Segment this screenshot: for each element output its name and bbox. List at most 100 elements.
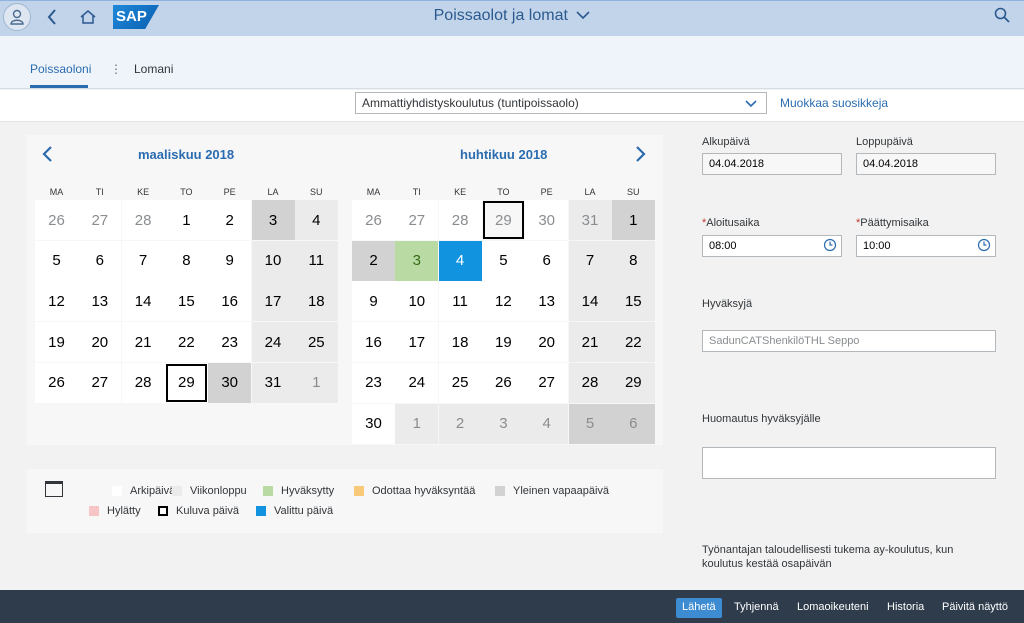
calendar-day[interactable]: 20 bbox=[525, 322, 569, 363]
calendar-day[interactable]: 27 bbox=[525, 362, 569, 403]
calendar-day[interactable]: 17 bbox=[251, 281, 295, 322]
calendar-day[interactable]: 30 bbox=[352, 403, 395, 444]
calendar-day[interactable]: 2 bbox=[208, 200, 252, 240]
tab-lomani[interactable]: Lomani bbox=[134, 62, 173, 76]
calendar-day[interactable]: 22 bbox=[164, 322, 208, 363]
calendar-day[interactable]: 30 bbox=[208, 362, 252, 403]
calendar-day[interactable]: 21 bbox=[121, 322, 165, 363]
calendar-day[interactable]: 26 bbox=[352, 200, 395, 240]
calendar-day[interactable]: 25 bbox=[438, 362, 482, 403]
calendar-day[interactable]: 17 bbox=[395, 322, 439, 363]
absence-type-select[interactable]: Ammattiyhdistyskoulutus (tuntipoissaolo) bbox=[355, 92, 767, 114]
calendar-day[interactable]: 3 bbox=[481, 403, 525, 444]
calendar-day[interactable]: 5 bbox=[568, 403, 612, 444]
calendar-day[interactable]: 28 bbox=[568, 362, 612, 403]
calendar-day[interactable]: 8 bbox=[164, 240, 208, 281]
leave-entitlement-button[interactable]: Lomaoikeuteni bbox=[791, 598, 875, 618]
calendar-day[interactable]: 20 bbox=[78, 322, 122, 363]
calendar-day[interactable]: 15 bbox=[164, 281, 208, 322]
start-time-value: 08:00 bbox=[709, 240, 737, 252]
clock-icon[interactable] bbox=[977, 238, 991, 252]
calendar-day[interactable]: 24 bbox=[251, 322, 295, 363]
calendar-day[interactable]: 9 bbox=[208, 240, 252, 281]
calendar-day[interactable]: 2 bbox=[352, 240, 395, 281]
app-title[interactable]: Poissaolot ja lomat bbox=[0, 7, 1024, 25]
calendar-day[interactable]: 1 bbox=[164, 200, 208, 240]
calendar-day[interactable]: 9 bbox=[352, 281, 395, 322]
calendar-day[interactable]: 24 bbox=[395, 362, 439, 403]
edit-favorites-link[interactable]: Muokkaa suosikkeja bbox=[780, 96, 888, 110]
calendar-day[interactable]: 12 bbox=[35, 281, 78, 322]
calendar-day[interactable]: 5 bbox=[481, 240, 525, 281]
calendar-day[interactable]: 18 bbox=[438, 322, 482, 363]
calendar-day[interactable]: 28 bbox=[121, 362, 165, 403]
calendar-day[interactable]: 26 bbox=[35, 362, 78, 403]
calendar-day[interactable]: 19 bbox=[481, 322, 525, 363]
search-button[interactable] bbox=[994, 7, 1010, 26]
calendar-day[interactable]: 13 bbox=[78, 281, 122, 322]
calendar-day[interactable]: 1 bbox=[395, 403, 439, 444]
calendar-day[interactable]: 27 bbox=[78, 362, 122, 403]
calendar-day[interactable]: 30 bbox=[525, 200, 569, 240]
calendar-day[interactable]: 21 bbox=[568, 322, 612, 363]
calendar-day[interactable]: 27 bbox=[78, 200, 122, 240]
clear-button[interactable]: Tyhjennä bbox=[728, 598, 785, 618]
calendar-day[interactable]: 29 bbox=[164, 362, 208, 403]
end-time-field[interactable]: 10:00 bbox=[856, 235, 996, 257]
calendar-day[interactable]: 19 bbox=[35, 322, 78, 363]
calendar-day[interactable]: 26 bbox=[481, 362, 525, 403]
clock-icon[interactable] bbox=[823, 238, 837, 252]
calendar-day[interactable]: 3 bbox=[395, 240, 439, 281]
calendar-day[interactable]: 15 bbox=[611, 281, 655, 322]
calendar-day[interactable]: 29 bbox=[611, 362, 655, 403]
calendar-day[interactable]: 23 bbox=[208, 322, 252, 363]
calendar-day[interactable]: 12 bbox=[481, 281, 525, 322]
calendar-day[interactable]: 2 bbox=[438, 403, 482, 444]
calendar-day[interactable]: 13 bbox=[525, 281, 569, 322]
start-time-field[interactable]: 08:00 bbox=[702, 235, 842, 257]
calendar-day[interactable]: 1 bbox=[611, 200, 655, 240]
calendar-day[interactable]: 28 bbox=[121, 200, 165, 240]
calendar-day[interactable]: 6 bbox=[78, 240, 122, 281]
calendar-day[interactable]: 3 bbox=[251, 200, 295, 240]
history-button[interactable]: Historia bbox=[881, 598, 930, 618]
calendar-day[interactable]: 7 bbox=[121, 240, 165, 281]
calendar-day[interactable]: 11 bbox=[438, 281, 482, 322]
calendar-day[interactable]: 26 bbox=[35, 200, 78, 240]
calendar-day[interactable]: 10 bbox=[395, 281, 439, 322]
calendar-day[interactable]: 1 bbox=[294, 362, 338, 403]
calendar-day[interactable]: 16 bbox=[352, 322, 395, 363]
calendar-day[interactable]: 6 bbox=[525, 240, 569, 281]
calendar-day[interactable]: 22 bbox=[611, 322, 655, 363]
calendar-day[interactable]: 4 bbox=[438, 240, 482, 281]
end-date-field[interactable]: 04.04.2018 bbox=[856, 153, 996, 175]
calendar-day[interactable]: 6 bbox=[611, 403, 655, 444]
next-month-button[interactable] bbox=[635, 143, 647, 169]
calendar-day[interactable]: 25 bbox=[294, 322, 338, 363]
calendar-day[interactable]: 8 bbox=[611, 240, 655, 281]
legend-swatch bbox=[256, 506, 266, 516]
legend-label: Odottaa hyväksyntää bbox=[372, 485, 476, 497]
calendar-day[interactable]: 11 bbox=[294, 240, 338, 281]
calendar-day[interactable]: 7 bbox=[568, 240, 612, 281]
calendar-day[interactable]: 14 bbox=[121, 281, 165, 322]
calendar-day[interactable]: 23 bbox=[352, 362, 395, 403]
start-date-field[interactable]: 04.04.2018 bbox=[702, 153, 842, 175]
calendar-day[interactable]: 29 bbox=[482, 200, 525, 240]
calendar-day[interactable]: 28 bbox=[438, 200, 482, 240]
tab-poissaoloni[interactable]: Poissaoloni bbox=[30, 62, 91, 76]
calendar-day[interactable]: 18 bbox=[294, 281, 338, 322]
calendar-day[interactable]: 31 bbox=[251, 362, 295, 403]
send-button[interactable]: Lähetä bbox=[676, 598, 722, 618]
calendar-day[interactable]: 31 bbox=[568, 200, 612, 240]
calendar-day[interactable]: 10 bbox=[251, 240, 295, 281]
refresh-button[interactable]: Päivitä näyttö bbox=[936, 598, 1014, 618]
calendar-day[interactable]: 4 bbox=[525, 403, 569, 444]
calendar-day[interactable]: 4 bbox=[294, 200, 338, 240]
calendar-day[interactable]: 5 bbox=[35, 240, 78, 281]
prev-month-button[interactable] bbox=[41, 143, 53, 169]
calendar-day[interactable]: 27 bbox=[395, 200, 439, 240]
note-textarea[interactable] bbox=[702, 447, 996, 479]
calendar-day[interactable]: 16 bbox=[208, 281, 252, 322]
calendar-day[interactable]: 14 bbox=[568, 281, 612, 322]
